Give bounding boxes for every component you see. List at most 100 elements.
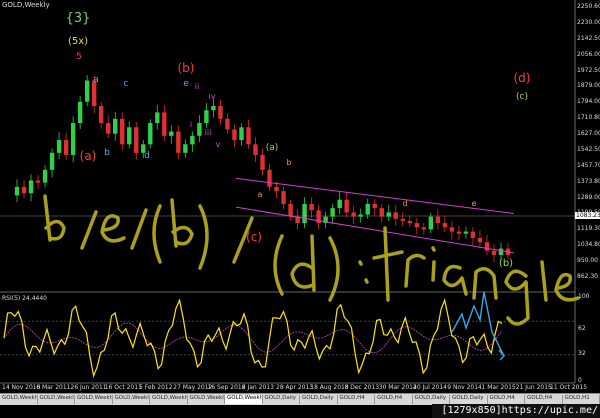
candle-body (120, 118, 125, 145)
chart-tab[interactable]: GOLD,H4 (375, 395, 413, 404)
time-tick-label: 21 Jun 2015 (515, 384, 552, 391)
candle-body (309, 203, 314, 211)
chart-tab[interactable]: GOLD,Weekly (0, 395, 38, 404)
candle-body (344, 199, 349, 213)
time-tick-label: 20 Jul 2014 (413, 384, 447, 391)
chart-tab[interactable]: GOLD,Weekly (225, 395, 263, 404)
price-tick-label: 1879.00 (577, 82, 600, 90)
candle-body (421, 227, 427, 230)
wave-label: c (124, 79, 129, 89)
chart-tab[interactable]: GOLD,Weekly (113, 395, 150, 404)
time-tick-label: 14 Nov 2010 (2, 384, 41, 391)
wave-label: ii (195, 82, 199, 91)
wave-label: i (190, 120, 192, 129)
candle-body (484, 242, 490, 251)
time-tick-label: 30 Mar 2014 (378, 384, 417, 391)
wave-label: (5x) (68, 36, 88, 47)
candle-body (77, 101, 83, 124)
candle-body (70, 123, 76, 155)
chart-tab[interactable]: GOLD,Weekly (38, 395, 75, 404)
chart-tab[interactable]: GOLD,H4 (488, 395, 525, 404)
time-tick-label: 8 Dec 2013 (344, 384, 380, 391)
wave-label: e (472, 199, 477, 208)
candle-body (498, 248, 504, 255)
candle-body (197, 123, 202, 136)
candle-body (218, 106, 223, 119)
candle-body (330, 208, 335, 217)
candle-body (155, 112, 160, 124)
wave-label: (b) (499, 258, 513, 269)
chart-tab[interactable]: GOLD,Daily (300, 395, 338, 404)
chart-tab[interactable]: GOLD,Daily (413, 395, 450, 404)
candle-body (470, 231, 476, 238)
price-chart[interactable]: {3}(5x)5(a)(b)(c)(d)(a)(b)(c)abcdeiiiiii… (0, 0, 600, 418)
chart-tab[interactable]: GOLD,Weekly (75, 395, 113, 404)
rsi-tick-label: 100 (578, 293, 590, 300)
candle-body (84, 80, 90, 102)
candle-body (239, 127, 244, 141)
time-tick-label: 1 Mar 2015 (481, 384, 516, 391)
price-tick-label: 2230.00 (577, 18, 600, 26)
candle-body (211, 106, 216, 111)
candle-body (134, 127, 139, 153)
candle-body (162, 112, 167, 136)
chart-tab[interactable]: GOLD,Daily (450, 395, 488, 404)
candle-body (428, 216, 434, 230)
time-tick-label: 26 Jun 2011 (70, 384, 107, 391)
candle-body (491, 250, 497, 255)
candle-body (281, 191, 286, 204)
price-tick-label: 1542.50 (577, 145, 600, 153)
candle-body (386, 212, 391, 217)
candle-body (337, 199, 342, 209)
time-tick-label: 11 Oct 2015 (550, 384, 588, 391)
wave-label: b (104, 148, 110, 158)
price-tick-label: 1373.80 (577, 177, 600, 185)
last-price-label: 1083.23 (575, 212, 600, 219)
candle-body (98, 106, 104, 124)
candle-body (274, 186, 279, 192)
price-axis: 2250.60 2230.00 2142.50 2056.00 1972.50 1879.… (575, 0, 600, 292)
candle-body (49, 152, 55, 170)
candle-body (42, 169, 48, 183)
candle-body (28, 180, 34, 194)
wave-label: iv (209, 92, 216, 101)
candle-body (414, 223, 420, 228)
price-tick-label: 1710.80 (577, 114, 600, 122)
rsi-axis: 100 62 32 0 (575, 292, 600, 384)
candle-body (56, 140, 62, 153)
candle-body (127, 127, 132, 145)
price-tick-label: 1972.50 (577, 66, 600, 74)
time-tick-label: 5 Feb 2012 (139, 384, 173, 391)
candle-body (463, 231, 469, 234)
price-tick-label: 1627.00 (577, 130, 600, 138)
time-tick-label: 16 Sep 2012 (207, 384, 246, 391)
time-tick-label: 16 Oct 2011 (104, 384, 142, 391)
chart-tab[interactable]: GOLD,H4 (338, 395, 375, 404)
chart-tab[interactable]: GOLD,Weekly (150, 395, 188, 404)
candle-body (63, 140, 69, 155)
wave-label: b (286, 158, 291, 167)
candle-body (253, 144, 258, 155)
time-tick-label: 28 Apr 2013 (276, 384, 314, 391)
price-tick-label: 2142.50 (577, 34, 600, 42)
candle-body (435, 216, 441, 224)
candle-body (288, 203, 293, 217)
candle-body (400, 218, 405, 221)
chart-tab[interactable]: GOLD,H1 (563, 395, 600, 404)
chart-tab[interactable]: GOLD,H4 (525, 395, 563, 404)
candle-body (190, 135, 195, 145)
candle-body (176, 131, 181, 153)
time-axis: 14 Nov 2010 6 Mar 2011 26 Jun 2011 16 Oct 2… (0, 383, 587, 393)
candle-body (351, 212, 356, 217)
candle-body (442, 223, 448, 228)
wave-label: 5 (76, 52, 82, 62)
wave-label: (c) (246, 230, 262, 244)
candle-body (260, 154, 265, 170)
candle-body (169, 131, 174, 136)
candle-body (372, 203, 377, 209)
price-tick-label: 2250.60 (577, 3, 600, 10)
chart-tab[interactable]: GOLD,Daily (263, 395, 300, 404)
chart-tab[interactable]: GOLD,Weekly (188, 395, 225, 404)
candle-body (456, 231, 462, 234)
time-tick-label: 27 May 2012 (173, 384, 213, 391)
